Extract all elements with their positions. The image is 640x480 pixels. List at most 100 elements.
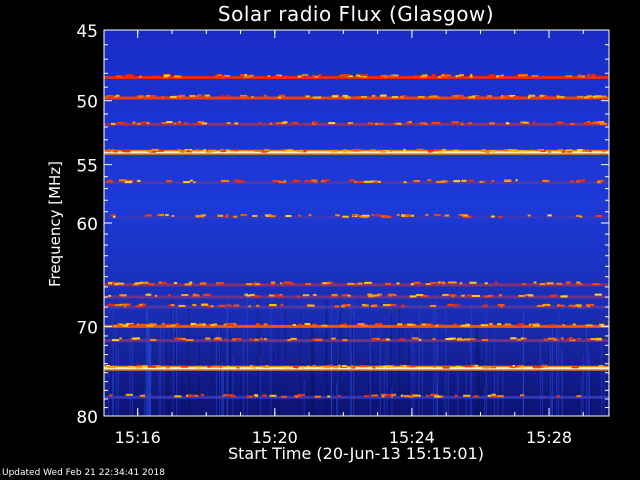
band-speckle [268,294,274,297]
band-speckle [183,122,188,125]
band-speckle [112,215,116,218]
band-speckle [552,294,558,297]
band-speckle [374,122,378,125]
band-speckle [288,149,293,152]
band-speckle [161,122,167,124]
band-speckle [296,150,304,153]
band-speckle [445,180,449,183]
band-speckle [533,365,541,368]
band-speckle [592,121,598,124]
band-speckle [199,282,207,285]
band-speckle [497,304,505,307]
band-speckle [150,338,157,341]
band-speckle [385,282,391,285]
y-tick-label-55: 55 [76,157,98,177]
band-speckle [494,281,498,284]
band-speckle [114,304,120,307]
band-speckle [528,294,534,297]
band-speckle [520,337,524,340]
band-speckle [152,75,159,78]
band-speckle [194,394,199,397]
band-speckle [461,179,467,182]
band-speckle [195,324,202,326]
band-speckle [112,339,120,342]
band-speckle [107,149,116,152]
band-speckle [128,303,131,306]
band-speckle [219,95,228,98]
band-speckle [119,303,123,306]
band-speckle [183,181,190,184]
band-speckle [297,75,302,78]
band-speckle [293,179,296,182]
band-speckle [371,94,376,97]
band-speckle [523,337,527,340]
band-speckle [262,394,267,397]
band-speckle [518,294,525,297]
band-speckle [341,323,346,326]
band-speckle [378,365,384,368]
band-speckle [161,281,167,284]
band-speckle [168,294,172,297]
band-speckle [331,281,334,284]
band-speckle [375,214,380,217]
band-speckle [170,324,177,327]
band-speckle [125,74,134,77]
band-speckle [148,365,156,368]
band-speckle [378,323,383,325]
band-speckle [598,365,604,367]
band-speckle [175,323,180,326]
band-speckle [595,337,602,340]
band-speckle [348,122,354,125]
band-speckle [461,214,469,217]
band-speckle [510,337,517,340]
band-speckle [136,179,141,182]
band-speckle [531,75,539,77]
band-speckle [321,324,328,327]
band-speckle [556,395,561,398]
band-speckle [387,365,391,368]
band-speckle [331,293,338,296]
band-speckle [359,365,368,368]
band-speckle [535,323,539,326]
band-speckle [380,74,388,77]
band-speckle [549,324,556,327]
band-speckle [537,149,544,151]
band-speckle [503,149,509,152]
band-speckle [377,122,384,125]
band-speckle [166,180,172,183]
band-speckle [138,366,143,368]
band-speckle [556,121,564,124]
band-speckle [457,337,463,340]
band-speckle [127,366,135,369]
band-speckle [406,323,413,326]
band-speckle [447,303,455,306]
band-speckle [174,395,182,398]
band-speckle [487,295,491,298]
band-speckle [457,303,460,306]
band-speckle [149,95,156,97]
band-speckle [145,94,150,97]
band-speckle [438,150,444,153]
band-speckle [225,394,234,397]
band-speckle [142,303,147,306]
band-speckle [358,180,361,183]
band-speckle [368,122,373,125]
band-speckle [513,96,521,98]
band-speckle [467,294,471,297]
band-speckle [363,180,372,183]
band-speckle [430,95,439,98]
band-speckle [249,338,253,341]
band-speckle [218,282,224,285]
band-speckle [362,304,369,307]
band-speckle [520,394,525,397]
band-speckle [472,295,481,297]
band-speckle [304,323,311,325]
band-speckle [212,323,218,326]
band-speckle [140,323,145,326]
band-speckle [293,366,299,368]
band-speckle [571,366,579,369]
band-speckle [354,181,358,183]
band-speckle [434,214,441,216]
band-speckle [490,215,495,218]
band-speckle [296,295,300,298]
